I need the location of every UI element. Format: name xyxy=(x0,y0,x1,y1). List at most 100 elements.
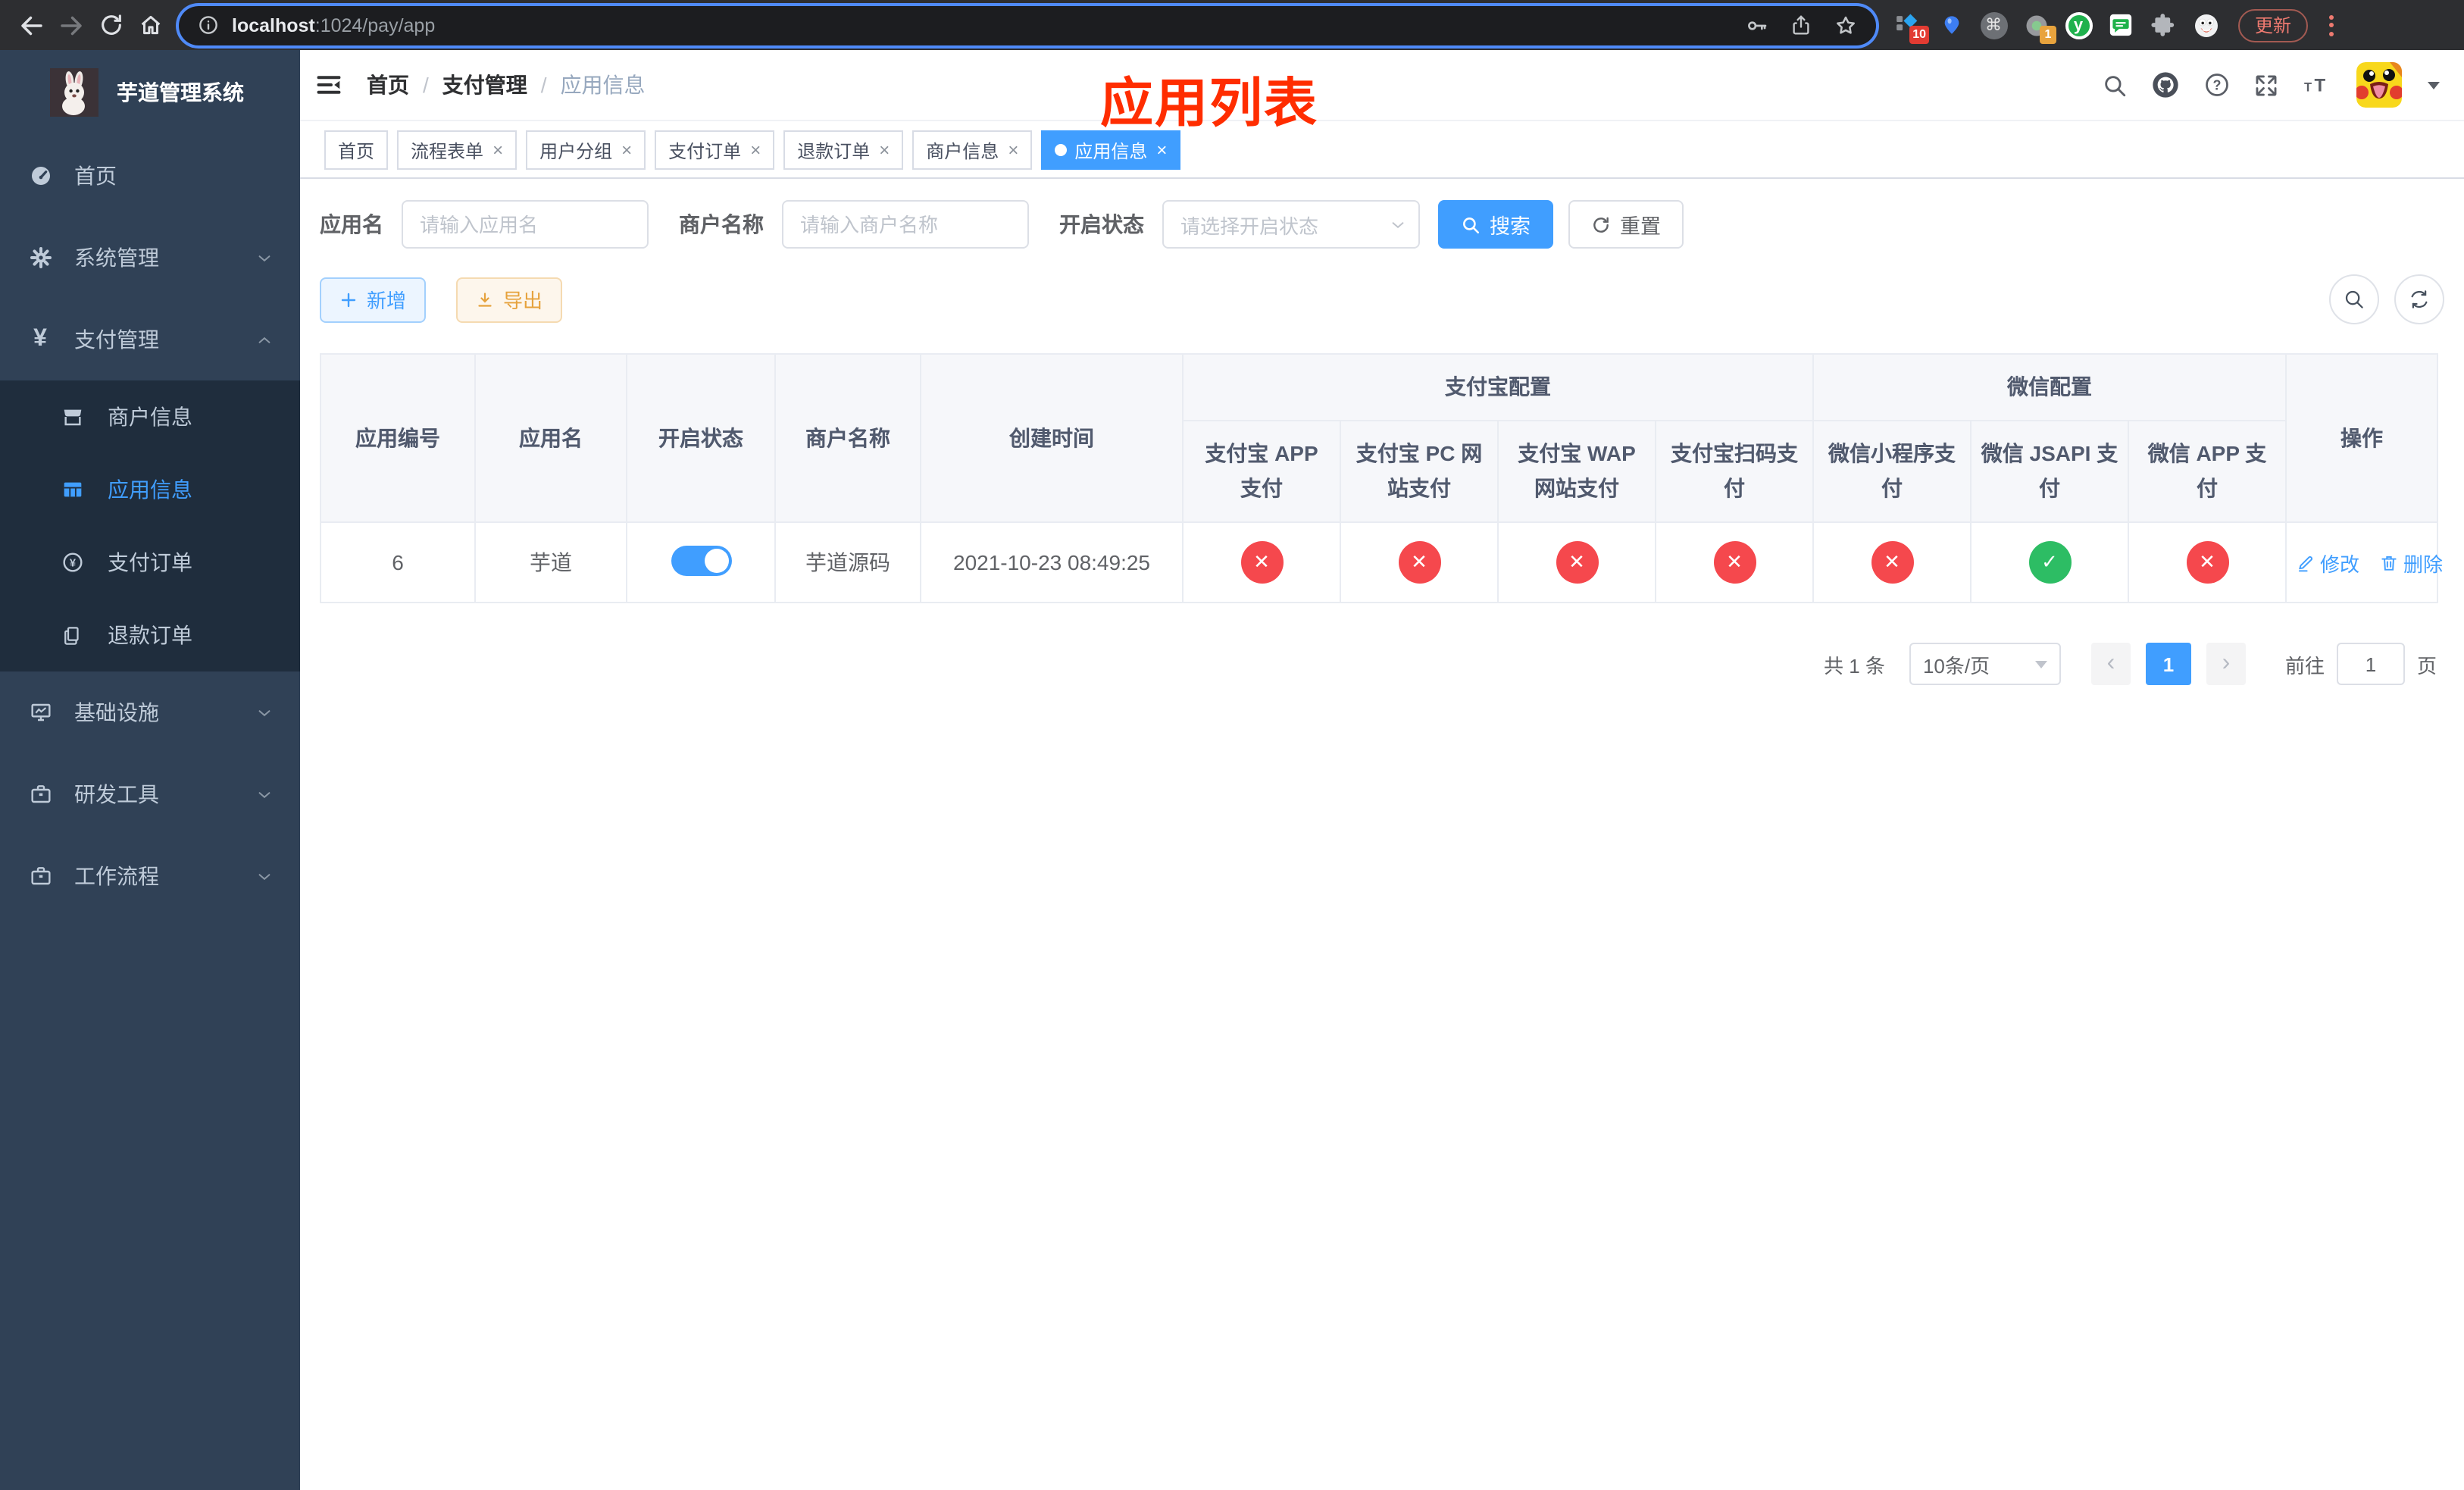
sidebar-item-infra[interactable]: 基础设施 xyxy=(0,671,300,753)
share-icon[interactable] xyxy=(1790,14,1812,36)
pagination-total: 共 1 条 xyxy=(1824,654,1885,677)
goto-label: 前往 xyxy=(2284,654,2325,677)
app-name-input[interactable] xyxy=(402,200,649,249)
home-icon xyxy=(140,15,160,35)
payment-submenu: 商户信息 应用信息 ¥ 支付订单 退款订单 xyxy=(0,380,300,671)
close-icon[interactable]: × xyxy=(1156,139,1167,161)
status-icon: ✕ xyxy=(1713,541,1756,584)
delete-link[interactable]: 删除 xyxy=(2379,548,2443,577)
extension-emoji-icon[interactable] xyxy=(2191,11,2220,39)
browser-update-button[interactable]: 更新 xyxy=(2238,8,2309,42)
chevron-up-icon xyxy=(256,331,273,348)
tab-process-form[interactable]: 流程表单 × xyxy=(397,130,518,170)
update-label: 更新 xyxy=(2255,15,2292,36)
close-icon[interactable]: × xyxy=(492,139,503,161)
browser-menu-button[interactable] xyxy=(2320,14,2341,36)
tab-user-group[interactable]: 用户分组 × xyxy=(526,130,646,170)
fullscreen-icon[interactable] xyxy=(2253,72,2279,98)
extension-command-icon[interactable]: ⌘ xyxy=(1979,11,2008,39)
add-button[interactable]: 新增 xyxy=(320,277,427,322)
browser-home-button[interactable] xyxy=(130,5,170,45)
cell-wx-jsapi: ✓ xyxy=(1970,521,2129,603)
page-number-1[interactable]: 1 xyxy=(2145,643,2191,685)
font-size-icon[interactable]: TT xyxy=(2302,71,2334,99)
close-icon[interactable]: × xyxy=(879,139,890,161)
prev-page-button[interactable]: ‹ xyxy=(2090,643,2131,685)
tab-refund-order[interactable]: 退款订单 × xyxy=(783,130,904,170)
close-icon[interactable]: × xyxy=(750,139,761,161)
page-annotation-title: 应用列表 xyxy=(1100,74,1319,133)
avatar-caret-icon[interactable] xyxy=(2428,81,2440,89)
page-content: 应用名 商户名称 开启状态 请选择开启状态 搜索 重置 xyxy=(300,179,2464,1490)
status-icon: ✕ xyxy=(1556,541,1598,584)
extensions-area: 10 ⌘ 1 y xyxy=(1894,11,2220,44)
refresh-table-button[interactable] xyxy=(2394,274,2444,324)
export-button[interactable]: 导出 xyxy=(456,277,563,322)
browser-forward-button[interactable] xyxy=(52,5,91,45)
col-alipay-wap: 支付宝 WAP 网站支付 xyxy=(1497,420,1656,523)
cell-actions: 修改 删除 xyxy=(2285,521,2443,603)
extension-recorder-icon[interactable]: 1 xyxy=(2022,11,2056,44)
browser-reload-button[interactable] xyxy=(91,5,130,45)
help-icon[interactable]: ? xyxy=(2203,71,2231,99)
dashboard-icon xyxy=(27,164,53,188)
sidebar-item-merchant-info[interactable]: 商户信息 xyxy=(0,380,300,453)
status-select[interactable]: 请选择开启状态 xyxy=(1162,200,1420,249)
close-icon[interactable]: × xyxy=(1008,139,1018,161)
sidebar-item-system[interactable]: 系统管理 xyxy=(0,217,300,299)
url-path: :1024/pay/app xyxy=(314,14,436,36)
info-icon[interactable] xyxy=(197,14,220,36)
sidebar-item-refund-order[interactable]: 退款订单 xyxy=(0,599,300,671)
extension-puzzle-icon[interactable] xyxy=(2149,11,2178,39)
password-key-icon[interactable] xyxy=(1744,13,1768,37)
refresh-icon xyxy=(1593,216,1609,232)
sidebar-item-home[interactable]: 首页 xyxy=(0,135,300,217)
search-button[interactable]: 搜索 xyxy=(1438,200,1553,249)
app-title: 芋道管理系统 xyxy=(117,80,244,105)
logo[interactable]: 芋道管理系统 xyxy=(0,50,300,135)
page-size-select[interactable]: 10条/页 xyxy=(1909,643,2061,685)
sidebar-item-devtools[interactable]: 研发工具 xyxy=(0,753,300,835)
tab-label: 商户信息 xyxy=(926,140,999,161)
next-page-button[interactable]: › xyxy=(2206,643,2246,685)
status-icon: ✕ xyxy=(2186,541,2228,584)
col-status: 开启状态 xyxy=(626,353,776,523)
reset-button[interactable]: 重置 xyxy=(1568,200,1684,249)
edit-link[interactable]: 修改 xyxy=(2296,548,2359,577)
tab-pay-order[interactable]: 支付订单 × xyxy=(655,130,775,170)
extension-pin-icon[interactable] xyxy=(1937,11,1965,39)
sidebar-item-workflow[interactable]: 工作流程 xyxy=(0,835,300,917)
command-glyph: ⌘ xyxy=(1980,11,2007,39)
avatar[interactable] xyxy=(2356,62,2402,108)
sidebar-collapse-button[interactable] xyxy=(315,71,342,99)
reload-icon xyxy=(101,14,120,35)
table-toolbar: 新增 导出 xyxy=(320,274,2444,324)
toggle-search-button[interactable] xyxy=(2329,274,2379,324)
extension-y-icon[interactable]: y xyxy=(2064,11,2093,39)
navbar-actions: ? TT xyxy=(2102,62,2440,108)
close-icon[interactable]: × xyxy=(621,139,632,161)
tab-merchant-info[interactable]: 商户信息 × xyxy=(912,130,1033,170)
merchant-name-input[interactable] xyxy=(782,200,1029,249)
search-icon[interactable] xyxy=(2102,72,2128,98)
col-created: 创建时间 xyxy=(920,353,1184,523)
pay-order-icon: ¥ xyxy=(59,550,85,574)
extension-chat-icon[interactable] xyxy=(2106,11,2135,39)
status-toggle[interactable] xyxy=(671,545,731,575)
browser-back-button[interactable] xyxy=(12,5,52,45)
address-bar[interactable]: localhost:1024/pay/app xyxy=(179,5,1876,45)
sidebar-item-pay-order[interactable]: ¥ 支付订单 xyxy=(0,526,300,599)
sidebar-item-app-info[interactable]: 应用信息 xyxy=(0,453,300,526)
group-wechat-config: 微信配置 xyxy=(1812,353,2287,421)
bookmark-star-icon[interactable] xyxy=(1834,13,1858,37)
sidebar-item-payment[interactable]: ¥ 支付管理 xyxy=(0,299,300,380)
breadcrumb-payment[interactable]: 支付管理 xyxy=(442,70,527,100)
puzzle-icon xyxy=(2151,14,2175,36)
breadcrumb-home[interactable]: 首页 xyxy=(367,70,409,100)
cell-merchant: 芋道源码 xyxy=(774,521,921,603)
tab-home[interactable]: 首页 xyxy=(324,130,389,170)
status-select-placeholder: 请选择开启状态 xyxy=(1180,214,1319,237)
extension-blue-diamond-icon[interactable]: 10 xyxy=(1894,11,1929,44)
github-icon[interactable] xyxy=(2150,70,2181,100)
goto-page-input[interactable] xyxy=(2336,643,2405,685)
